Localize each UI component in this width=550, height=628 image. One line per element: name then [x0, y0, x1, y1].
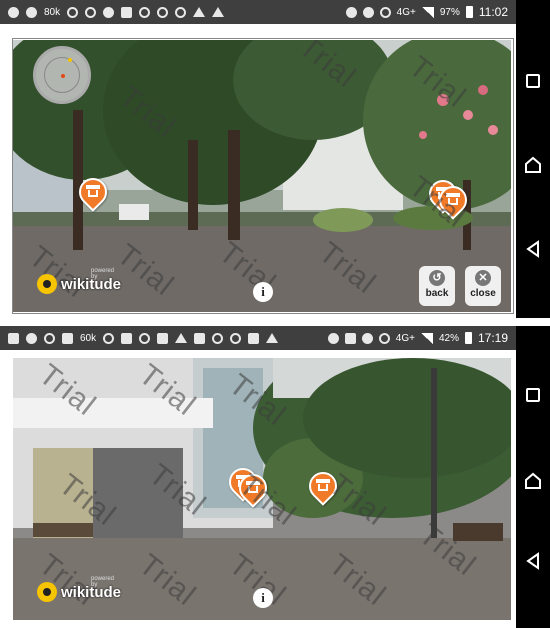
check-icon — [103, 6, 115, 18]
gallery-icon — [157, 332, 169, 344]
android-nav-bar — [516, 0, 550, 318]
sim-icon — [121, 6, 133, 18]
recent-apps-button[interactable] — [526, 388, 540, 402]
radar-poi-dot — [61, 74, 65, 78]
warning-icon — [193, 7, 206, 17]
upload-icon — [175, 333, 188, 343]
close-button[interactable]: ✕ close — [465, 266, 501, 306]
close-button-label: close — [470, 288, 496, 299]
android-nav-bar — [516, 326, 550, 628]
radar-poi-dot — [68, 58, 72, 62]
home-button[interactable] — [524, 156, 542, 174]
back-arrow-icon: ↺ — [429, 270, 445, 286]
data-speed: 60k — [80, 332, 97, 344]
clock: 11:02 — [478, 5, 508, 19]
screenshot-1: 80k 4G+ 97% 11:02 Trial Trial Trial Tria… — [0, 0, 550, 318]
alarm-icon — [378, 332, 390, 344]
battery-icon — [464, 332, 472, 344]
back-nav-button[interactable] — [524, 552, 542, 570]
back-button-label: back — [425, 288, 449, 299]
screenshot-2: 60k 4G+ 42% 17:19 Trial Trial Trial Tria… — [0, 326, 550, 628]
radar-icon[interactable] — [33, 46, 91, 104]
sim-icon — [121, 332, 133, 344]
notification-icon — [8, 6, 19, 18]
do-not-disturb-icon — [362, 6, 374, 18]
close-x-icon: ✕ — [475, 270, 491, 286]
location-icon — [345, 6, 357, 18]
nfc-icon — [344, 332, 356, 344]
building-marker-icon[interactable] — [73, 172, 113, 212]
notification-icon — [26, 6, 37, 18]
wifi-icon — [103, 332, 115, 344]
sync-icon — [157, 6, 169, 18]
location-icon — [327, 332, 339, 344]
status-bar: 60k 4G+ 42% 17:19 — [0, 326, 516, 350]
home-button[interactable] — [524, 472, 542, 490]
alarm-icon — [379, 6, 391, 18]
warning-icon — [266, 333, 279, 343]
wifi-icon — [85, 6, 97, 18]
wikitude-logo: wikitude powered by — [37, 268, 121, 294]
bulb-icon — [175, 6, 187, 18]
info-button[interactable]: i — [253, 588, 273, 608]
battery-icon — [465, 6, 473, 18]
wikitude-logo: wikitude powered by — [37, 576, 121, 602]
clock: 17:19 — [477, 331, 508, 345]
battery-percent: 97% — [439, 6, 460, 18]
data-speed: 80k — [44, 6, 61, 18]
screen-icon — [194, 332, 206, 344]
app-icon — [44, 332, 55, 344]
grid-icon — [248, 332, 260, 344]
signal-icon — [421, 6, 434, 18]
info-button[interactable]: i — [253, 282, 273, 302]
back-button[interactable]: ↺ back — [419, 266, 455, 306]
wikitude-eye-icon — [37, 274, 57, 294]
shield-icon — [67, 6, 79, 18]
heart-icon — [212, 332, 224, 344]
sync-icon — [230, 332, 242, 344]
network-type: 4G+ — [396, 6, 416, 18]
notification-icon — [26, 332, 37, 344]
recent-apps-button[interactable] — [526, 74, 540, 88]
ar-camera-view[interactable]: Trial Trial Trial Trial Trial Trial Tria… — [13, 358, 511, 620]
signal-icon — [420, 332, 433, 344]
battery-percent: 42% — [438, 332, 459, 344]
powered-by-label: powered by — [91, 268, 115, 280]
bulb-icon — [139, 332, 151, 344]
flag-icon — [212, 7, 225, 17]
powered-by-label: powered by — [91, 576, 115, 588]
wikitude-eye-icon — [37, 582, 57, 602]
do-not-disturb-icon — [361, 332, 373, 344]
alarm-icon — [139, 6, 151, 18]
back-nav-button[interactable] — [524, 240, 542, 258]
image-icon — [62, 332, 73, 344]
network-type: 4G+ — [395, 332, 415, 344]
status-bar: 80k 4G+ 97% 11:02 — [0, 0, 516, 24]
message-icon — [8, 332, 19, 344]
ar-camera-view[interactable]: Trial Trial Trial Trial Trial Trial Tria… — [13, 40, 511, 312]
